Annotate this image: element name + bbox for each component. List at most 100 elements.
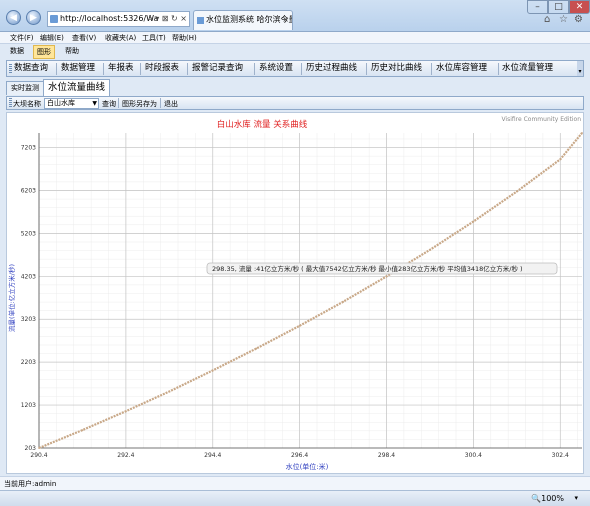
- browser-tab[interactable]: 水位监测系统 哈尔滨今量... ×: [193, 10, 293, 30]
- series-line: [38, 132, 583, 450]
- address-text: http://localhost:5326/Wa: [60, 14, 159, 23]
- exit-button[interactable]: 退出: [164, 99, 178, 109]
- menu-tools[interactable]: 工具(T): [142, 33, 166, 43]
- minimize-button[interactable]: –: [527, 0, 548, 14]
- chevron-down-icon: ▼: [92, 100, 97, 107]
- nav-data-query[interactable]: 数据查询: [14, 62, 48, 75]
- nav-data-manage[interactable]: 数据管理: [61, 62, 95, 75]
- x-tick-label: 290.4: [30, 452, 47, 459]
- menu-view[interactable]: 查看(V): [72, 33, 96, 43]
- save-chart-as-button[interactable]: 图形另存为: [122, 99, 157, 109]
- toolbar-grip[interactable]: [9, 64, 12, 74]
- chart-grid: [38, 133, 582, 449]
- app-menu-graphics[interactable]: 图形: [33, 45, 55, 59]
- zoom-chevron-down-icon[interactable]: ▾: [574, 494, 578, 502]
- data-point: [385, 275, 388, 278]
- nav-separator: [301, 63, 302, 75]
- tab-level-flow-curve[interactable]: 水位流量曲线: [43, 79, 111, 96]
- app-menu-help[interactable]: 帮助: [62, 46, 82, 56]
- x-axis-title: 水位(单位:米): [286, 462, 329, 471]
- level-flow-chart[interactable]: 白山水库 流量 关系曲线 Visifire Community Edition …: [7, 113, 583, 473]
- address-bar[interactable]: http://localhost:5326/Wa ⌕ ▾ ⊠ ↻ ×: [47, 11, 190, 27]
- y-tick-label: 3203: [21, 316, 36, 323]
- close-window-button[interactable]: ✕: [569, 0, 590, 14]
- nav-alarm-query[interactable]: 报警记录查询: [192, 62, 243, 75]
- query-toolbar: 大坝名称 白山水库 ▼ 查询 图形另存为 退出: [6, 96, 584, 110]
- y-tick-label: 4203: [21, 273, 36, 280]
- app-status-bar: 当前用户:admin: [0, 476, 590, 490]
- browser-menubar: 文件(F) 编辑(E) 查看(V) 收藏夹(A) 工具(T) 帮助(H): [0, 32, 590, 44]
- menu-file[interactable]: 文件(F): [10, 33, 34, 43]
- nav-system-settings[interactable]: 系统设置: [259, 62, 293, 75]
- x-tick-label: 298.4: [378, 452, 395, 459]
- nav-level-flow[interactable]: 水位流量管理: [502, 62, 553, 75]
- tab-title: 水位监测系统 哈尔滨今量...: [206, 15, 292, 24]
- browser-status-bar: 🔍100% ▾: [0, 490, 590, 506]
- menu-edit[interactable]: 编辑(E): [40, 33, 64, 43]
- data-point: [211, 369, 214, 372]
- data-point: [298, 324, 301, 327]
- maximize-button[interactable]: □: [548, 0, 569, 14]
- nav-level-capacity[interactable]: 水位库容管理: [436, 62, 487, 75]
- nav-separator: [431, 63, 432, 75]
- page-tabs: 实时监测 水位流量曲线: [6, 79, 584, 96]
- app-menubar: 数据 图形 帮助: [0, 44, 590, 59]
- tab-realtime-monitor[interactable]: 实时监测: [6, 81, 44, 95]
- app-nav-toolbar: 数据查询 数据管理 年报表 时段报表 报警记录查询 系统设置 历史过程曲线 历史…: [6, 60, 584, 77]
- query-button[interactable]: 查询: [102, 99, 116, 109]
- nav-separator: [366, 63, 367, 75]
- nav-separator: [254, 63, 255, 75]
- x-tick-label: 300.4: [465, 452, 482, 459]
- dam-name-label: 大坝名称: [13, 100, 41, 108]
- menu-help[interactable]: 帮助(H): [172, 33, 197, 43]
- home-icon[interactable]: ⌂: [544, 14, 550, 25]
- chart-title: 白山水库 流量 关系曲线: [217, 119, 308, 130]
- nav-year-report[interactable]: 年报表: [108, 62, 134, 75]
- nav-history-compare[interactable]: 历史对比曲线: [371, 62, 422, 75]
- y-tick-label: 1203: [21, 402, 36, 409]
- x-tick-label: 302.4: [552, 452, 569, 459]
- data-point: [124, 410, 127, 413]
- y-tick-label: 5203: [21, 230, 36, 237]
- chart-tooltip: 298.35, 流量 :41亿立方米/秒 ( 最大值7542亿立方米/秒 最小值…: [206, 262, 558, 275]
- app-menu-data[interactable]: 数据: [7, 46, 27, 56]
- tools-gear-icon[interactable]: ⚙: [574, 14, 583, 25]
- toolbar-grip[interactable]: [9, 98, 12, 108]
- tab-page-icon: [197, 17, 204, 24]
- toolbar-overflow-icon[interactable]: ▾: [577, 61, 583, 76]
- y-tick-label: 203: [25, 445, 37, 452]
- data-point: [559, 158, 562, 161]
- x-axis-ticks: 290.4 292.4 294.4 296.4 298.4 300.4 302.4: [30, 452, 569, 459]
- chart-panel: 白山水库 流量 关系曲线 Visifire Community Edition …: [6, 112, 584, 474]
- favorites-icon[interactable]: ☆: [559, 14, 568, 25]
- data-point: [429, 248, 431, 251]
- forward-arrow-icon: ▶: [30, 13, 37, 23]
- nav-separator: [56, 63, 57, 75]
- toolbar-separator: [118, 98, 119, 108]
- dam-select-value: 白山水库: [47, 99, 75, 107]
- nav-separator: [187, 63, 188, 75]
- data-point: [342, 300, 344, 303]
- zoom-level[interactable]: 🔍100%: [531, 494, 564, 503]
- data-point: [472, 220, 475, 223]
- nav-separator: [498, 63, 499, 75]
- menu-favorites[interactable]: 收藏夹(A): [105, 33, 136, 43]
- address-controls[interactable]: ⌕ ▾ ⊠ ↻ ×: [148, 12, 187, 26]
- page-icon: [50, 15, 58, 23]
- forward-button[interactable]: ▶: [26, 10, 41, 25]
- nav-history-process[interactable]: 历史过程曲线: [306, 62, 357, 75]
- x-tick-label: 296.4: [291, 452, 308, 459]
- nav-period-report[interactable]: 时段报表: [145, 62, 179, 75]
- data-point: [168, 390, 171, 393]
- toolbar-separator: [160, 98, 161, 108]
- x-tick-label: 294.4: [204, 452, 221, 459]
- data-point: [38, 447, 40, 449]
- tab-close-icon[interactable]: ×: [282, 11, 289, 29]
- dam-select[interactable]: 白山水库 ▼: [44, 98, 99, 109]
- data-point: [515, 190, 518, 193]
- data-point: [581, 132, 583, 134]
- y-tick-label: 6203: [21, 187, 36, 194]
- tooltip-text: 298.35, 流量 :41亿立方米/秒 ( 最大值7542亿立方米/秒 最小值…: [212, 264, 523, 273]
- chart-series: [38, 132, 583, 450]
- back-button[interactable]: ◀: [6, 10, 21, 25]
